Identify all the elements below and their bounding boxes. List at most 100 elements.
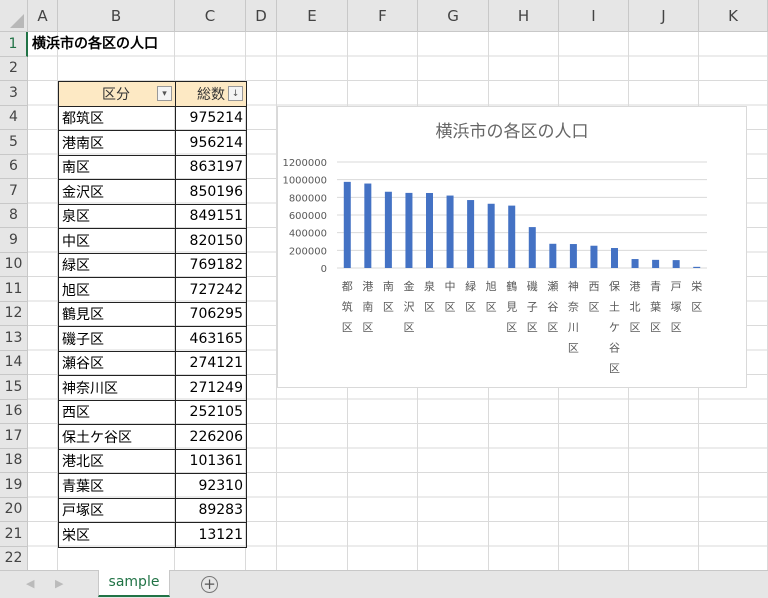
table-row: 港南区 956214 — [58, 130, 247, 156]
column-header-H[interactable]: H — [489, 0, 559, 32]
ward-name-cell[interactable]: 港北区 — [58, 448, 176, 474]
ward-name-cell[interactable]: 戸塚区 — [58, 497, 176, 523]
table-row: 港北区 101361 — [58, 448, 247, 474]
column-header-J[interactable]: J — [629, 0, 699, 32]
population-cell[interactable]: 92310 — [175, 473, 247, 499]
row-header-16[interactable]: 16 — [0, 399, 28, 424]
column-header-B[interactable]: B — [58, 0, 175, 32]
ward-name-cell[interactable]: 保土ケ谷区 — [58, 424, 176, 450]
x-tick-label-char: 港 — [630, 280, 641, 293]
ward-name-cell[interactable]: 鶴見区 — [58, 301, 176, 327]
column-header-A[interactable]: A — [28, 0, 58, 32]
ward-name-cell[interactable]: 西区 — [58, 399, 176, 425]
ward-name-cell[interactable]: 中区 — [58, 228, 176, 254]
ward-name-cell[interactable]: 金沢区 — [58, 179, 176, 205]
select-all-corner[interactable] — [0, 0, 28, 32]
table-row: 南区 863197 — [58, 154, 247, 180]
table-header-row: 区分 ▾ 総数 ↓ — [58, 81, 247, 107]
bar-南区 — [384, 191, 392, 268]
column-header-I[interactable]: I — [559, 0, 629, 32]
bar-港北区 — [631, 259, 639, 268]
row-header-14[interactable]: 14 — [0, 350, 28, 375]
row-header-20[interactable]: 20 — [0, 497, 28, 522]
table-row: 栄区 13121 — [58, 522, 247, 548]
row-header-7[interactable]: 7 — [0, 179, 28, 204]
row-header-22[interactable]: 22 — [0, 546, 28, 571]
column-header-F[interactable]: F — [348, 0, 418, 32]
population-cell[interactable]: 956214 — [175, 130, 247, 156]
table-row: 西区 252105 — [58, 399, 247, 425]
column-header-E[interactable]: E — [277, 0, 348, 32]
sheet-tab-sample[interactable]: sample — [98, 570, 170, 597]
row-header-15[interactable]: 15 — [0, 375, 28, 400]
population-cell[interactable]: 226206 — [175, 424, 247, 450]
x-tick-label-char: 筑 — [342, 300, 353, 314]
filter-dropdown-icon[interactable]: ▾ — [157, 86, 172, 102]
bar-西区 — [590, 245, 598, 268]
column-header-K[interactable]: K — [699, 0, 768, 32]
row-header-1[interactable]: 1 — [0, 32, 28, 57]
header-ward[interactable]: 区分 ▾ — [58, 81, 176, 107]
population-cell[interactable]: 252105 — [175, 399, 247, 425]
header-total[interactable]: 総数 ↓ — [175, 81, 247, 107]
sort-descending-icon[interactable]: ↓ — [228, 86, 243, 102]
population-cell[interactable]: 975214 — [175, 105, 247, 131]
row-header-13[interactable]: 13 — [0, 326, 28, 351]
row-header-19[interactable]: 19 — [0, 473, 28, 498]
row-header-21[interactable]: 21 — [0, 522, 28, 547]
column-header-C[interactable]: C — [175, 0, 246, 32]
x-tick-label-char: 奈 — [568, 300, 579, 314]
row-header-6[interactable]: 6 — [0, 154, 28, 179]
population-cell[interactable]: 769182 — [175, 252, 247, 278]
prev-sheet-icon[interactable]: ◀ — [26, 577, 34, 590]
population-chart[interactable]: 横浜市の各区の人口 0 200000 400000 600000 800000 100000… — [277, 106, 747, 388]
ward-name-cell[interactable]: 瀬谷区 — [58, 350, 176, 376]
row-header-18[interactable]: 18 — [0, 448, 28, 473]
bar-港南区 — [364, 183, 372, 268]
ward-name-cell[interactable]: 南区 — [58, 154, 176, 180]
x-tick-label-char: 鶴 — [506, 279, 517, 293]
population-cell[interactable]: 463165 — [175, 326, 247, 352]
ward-name-cell[interactable]: 港南区 — [58, 130, 176, 156]
sheet-title-cell[interactable]: 横浜市の各区の人口 — [32, 32, 158, 57]
row-header-11[interactable]: 11 — [0, 277, 28, 302]
row-header-2[interactable]: 2 — [0, 56, 28, 81]
x-tick-label-char: 南 — [383, 280, 394, 293]
population-cell[interactable]: 850196 — [175, 179, 247, 205]
population-cell[interactable]: 274121 — [175, 350, 247, 376]
x-tick-label-char: 神 — [568, 279, 579, 293]
x-tick-label-char: 区 — [588, 301, 599, 314]
row-header-3[interactable]: 3 — [0, 81, 28, 106]
population-cell[interactable]: 727242 — [175, 277, 247, 303]
ward-name-cell[interactable]: 旭区 — [58, 277, 176, 303]
ward-name-cell[interactable]: 緑区 — [58, 252, 176, 278]
population-cell[interactable]: 706295 — [175, 301, 247, 327]
ward-name-cell[interactable]: 青葉区 — [58, 473, 176, 499]
x-tick-label-char: 西 — [588, 280, 599, 293]
next-sheet-icon[interactable]: ▶ — [55, 577, 63, 590]
ward-name-cell[interactable]: 泉区 — [58, 203, 176, 229]
add-sheet-icon[interactable]: + — [201, 576, 218, 593]
row-header-8[interactable]: 8 — [0, 203, 28, 228]
population-cell[interactable]: 13121 — [175, 522, 247, 548]
column-header-D[interactable]: D — [246, 0, 277, 32]
row-header-10[interactable]: 10 — [0, 252, 28, 277]
column-header-G[interactable]: G — [418, 0, 489, 32]
population-cell[interactable]: 863197 — [175, 154, 247, 180]
row-header-12[interactable]: 12 — [0, 301, 28, 326]
population-cell[interactable]: 271249 — [175, 375, 247, 401]
row-header-5[interactable]: 5 — [0, 130, 28, 155]
ward-name-cell[interactable]: 栄区 — [58, 522, 176, 548]
population-cell[interactable]: 101361 — [175, 448, 247, 474]
ward-name-cell[interactable]: 神奈川区 — [58, 375, 176, 401]
y-tick-label: 800000 — [289, 193, 327, 204]
x-tick-label-char: 北 — [630, 301, 641, 314]
population-cell[interactable]: 849151 — [175, 203, 247, 229]
ward-name-cell[interactable]: 磯子区 — [58, 326, 176, 352]
row-header-17[interactable]: 17 — [0, 424, 28, 449]
ward-name-cell[interactable]: 都筑区 — [58, 105, 176, 131]
population-cell[interactable]: 89283 — [175, 497, 247, 523]
row-header-4[interactable]: 4 — [0, 105, 28, 130]
population-cell[interactable]: 820150 — [175, 228, 247, 254]
row-header-9[interactable]: 9 — [0, 228, 28, 253]
